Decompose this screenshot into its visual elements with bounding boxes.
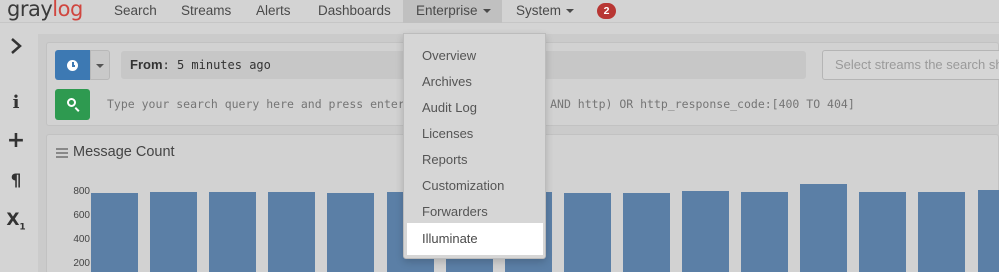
caret-down-icon bbox=[96, 64, 104, 68]
info-icon[interactable]: i bbox=[0, 92, 32, 113]
chart-bar[interactable] bbox=[977, 190, 999, 272]
graylog-logo[interactable]: graylog bbox=[7, 0, 83, 21]
menu-item-licenses[interactable]: Licenses bbox=[404, 121, 545, 147]
search-icon bbox=[67, 98, 76, 107]
search-query-input[interactable] bbox=[98, 90, 999, 118]
chart-bar[interactable] bbox=[741, 192, 789, 272]
y-axis-tick-label: 600 bbox=[73, 210, 90, 221]
chart-bar[interactable] bbox=[327, 192, 375, 272]
chevron-right-icon[interactable] bbox=[0, 38, 32, 59]
nav-dashboards[interactable]: Dashboards bbox=[318, 0, 391, 23]
chart-bar[interactable] bbox=[209, 192, 257, 272]
y-axis-tick-label: 200 bbox=[73, 258, 90, 269]
subscript-icon[interactable]: X1 bbox=[0, 210, 32, 232]
enterprise-dropdown-menu: Overview Archives Audit Log Licenses Reports… bbox=[403, 33, 546, 259]
from-label: From bbox=[130, 57, 163, 72]
y-axis-tick-label: 800 bbox=[73, 186, 90, 197]
chart-bar[interactable] bbox=[918, 191, 966, 272]
menu-item-audit-log[interactable]: Audit Log bbox=[404, 95, 545, 121]
notification-badge[interactable]: 2 bbox=[597, 3, 616, 19]
menu-item-forwarders[interactable]: Forwarders bbox=[404, 199, 545, 225]
top-navbar: graylog Search Streams Alerts Dashboards… bbox=[0, 0, 999, 23]
y-axis-tick-label: 400 bbox=[73, 234, 90, 245]
nav-system-label: System bbox=[516, 3, 562, 18]
drag-handle-icon[interactable] bbox=[56, 148, 68, 158]
menu-item-archives[interactable]: Archives bbox=[404, 69, 545, 95]
widget-title: Message Count bbox=[73, 144, 175, 160]
nav-enterprise-dropdown[interactable]: Enterprise bbox=[403, 0, 502, 23]
chart-bar[interactable] bbox=[622, 192, 670, 272]
stream-select[interactable]: Select streams the search should bbox=[822, 50, 999, 80]
time-range-button[interactable] bbox=[55, 50, 90, 80]
pilcrow-icon[interactable]: ¶ bbox=[0, 171, 32, 191]
chart-bar[interactable] bbox=[859, 192, 907, 272]
nav-streams[interactable]: Streams bbox=[181, 0, 231, 23]
menu-item-reports[interactable]: Reports bbox=[404, 147, 545, 173]
caret-down-icon bbox=[482, 9, 491, 13]
menu-item-overview[interactable]: Overview bbox=[404, 43, 545, 69]
nav-alerts[interactable]: Alerts bbox=[256, 0, 291, 23]
chart-bar[interactable] bbox=[150, 192, 198, 272]
caret-down-icon bbox=[566, 9, 575, 13]
from-value: : 5 minutes ago bbox=[162, 58, 271, 72]
time-range-type-toggle[interactable] bbox=[90, 50, 110, 80]
nav-system-dropdown[interactable]: System bbox=[516, 0, 575, 23]
clock-icon bbox=[67, 60, 78, 71]
nav-enterprise-label: Enterprise bbox=[416, 3, 478, 18]
nav-search[interactable]: Search bbox=[114, 0, 157, 23]
menu-item-illuminate[interactable]: Illuminate bbox=[407, 223, 543, 255]
chart-bar[interactable] bbox=[563, 193, 611, 272]
chart-bar[interactable] bbox=[800, 183, 848, 272]
search-button[interactable] bbox=[55, 89, 90, 120]
chart-bar[interactable] bbox=[268, 191, 316, 272]
plus-icon[interactable]: + bbox=[0, 128, 32, 154]
chart-bar[interactable] bbox=[682, 191, 729, 272]
chart-bar[interactable] bbox=[91, 193, 138, 272]
menu-item-customization[interactable]: Customization bbox=[404, 173, 545, 199]
